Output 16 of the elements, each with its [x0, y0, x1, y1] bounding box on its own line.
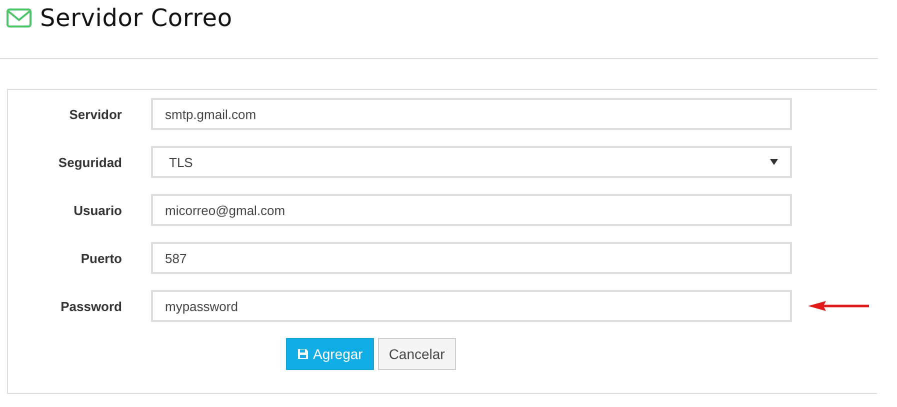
arrow-icon: [808, 300, 870, 312]
input-field[interactable]: mypassword: [151, 290, 792, 322]
save-icon: [297, 348, 309, 360]
envelope-icon: [6, 8, 32, 28]
field-label: Puerto: [80, 250, 122, 266]
input-field[interactable]: 587: [151, 242, 792, 274]
input-field[interactable]: micorreo@gmal.com: [151, 194, 792, 226]
field-label: Password: [60, 298, 122, 314]
field-label: Servidor: [68, 106, 122, 122]
caret-icon: [770, 159, 778, 165]
security-select[interactable]: TLS: [151, 146, 792, 178]
cancel-button[interactable]: Cancelar: [378, 338, 456, 370]
page-title: Servidor Correo: [40, 4, 232, 32]
field-label: Usuario: [72, 202, 122, 218]
input-field[interactable]: smtp.gmail.com: [151, 98, 792, 130]
field-label: Seguridad: [57, 154, 122, 170]
